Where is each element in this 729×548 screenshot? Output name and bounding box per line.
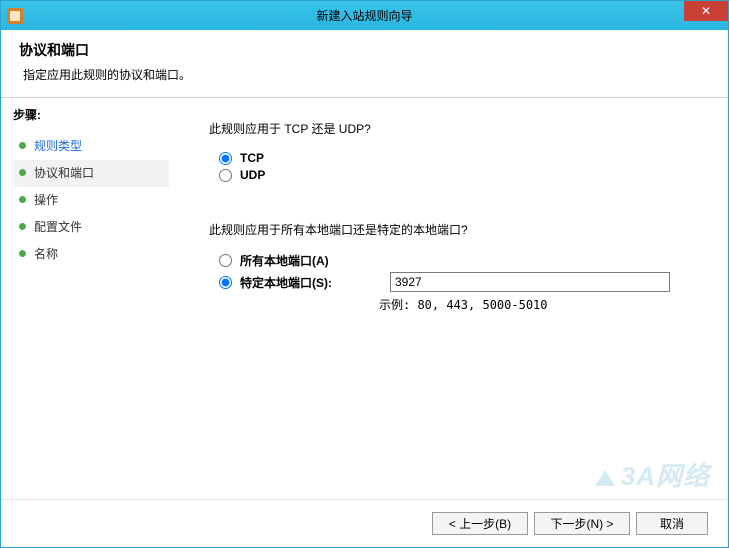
steps-heading: 步骤: [13,106,169,123]
footer: < 上一步(B) 下一步(N) > 取消 [1,499,728,547]
back-button[interactable]: < 上一步(B) [432,512,528,535]
content-pane: 此规则应用于 TCP 还是 UDP? TCP UDP 此规则应用于所有本地端口还… [181,98,728,499]
page-title: 协议和端口 [19,40,710,60]
page-subtitle: 指定应用此规则的协议和端口。 [23,66,710,83]
radio-specific-ports[interactable] [219,276,232,289]
step-link[interactable]: 名称 [34,245,58,262]
radio-tcp[interactable] [219,152,232,165]
tcp-label: TCP [240,151,264,165]
cancel-button[interactable]: 取消 [636,512,708,535]
step-link[interactable]: 操作 [34,191,58,208]
specific-ports-label: 特定本地端口(S): [240,274,390,291]
titlebar: 新建入站规则向导 ✕ [1,1,728,30]
radio-all-ports-row: 所有本地端口(A) [219,252,700,269]
watermark: 3A网络 [595,456,710,493]
step-rule-type[interactable]: 规则类型 [13,133,169,160]
radio-udp-row: UDP [219,168,700,182]
wizard-window: 新建入站规则向导 ✕ 协议和端口 指定应用此规则的协议和端口。 步骤: 规则类型… [0,0,729,548]
step-link[interactable]: 协议和端口 [34,164,94,181]
steps-sidebar: 步骤: 规则类型 协议和端口 操作 配置文件 [1,98,181,499]
bullet-icon [19,250,26,257]
next-button[interactable]: 下一步(N) > [534,512,630,535]
port-input[interactable] [390,272,670,292]
body: 步骤: 规则类型 协议和端口 操作 配置文件 [1,98,728,499]
all-ports-label: 所有本地端口(A) [240,252,390,269]
radio-all-ports[interactable] [219,254,232,267]
window-title: 新建入站规则向导 [316,7,412,24]
step-protocol-ports[interactable]: 协议和端口 [13,160,169,187]
port-question: 此规则应用于所有本地端口还是特定的本地端口? [209,221,700,238]
step-name[interactable]: 名称 [13,241,169,268]
step-action[interactable]: 操作 [13,187,169,214]
bullet-icon [19,196,26,203]
bullet-icon [19,223,26,230]
page-header: 协议和端口 指定应用此规则的协议和端口。 [1,30,728,98]
bullet-icon [19,169,26,176]
close-button[interactable]: ✕ [684,1,728,21]
protocol-question: 此规则应用于 TCP 还是 UDP? [209,120,700,137]
step-link[interactable]: 规则类型 [34,137,82,154]
app-icon [7,8,23,24]
radio-udp[interactable] [219,169,232,182]
step-profile[interactable]: 配置文件 [13,214,169,241]
radio-specific-ports-row: 特定本地端口(S): [219,272,700,292]
bullet-icon [19,142,26,149]
port-example: 示例: 80, 443, 5000-5010 [379,296,700,313]
radio-tcp-row: TCP [219,151,700,165]
udp-label: UDP [240,168,265,182]
step-link[interactable]: 配置文件 [34,218,82,235]
